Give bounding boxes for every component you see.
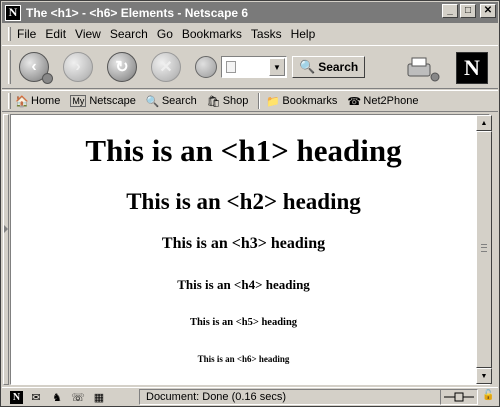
search-button-label: Search	[318, 60, 359, 74]
reload-icon: ↻	[115, 59, 129, 76]
vertical-scrollbar[interactable]: ▲ ▼	[476, 115, 492, 384]
magnifier-icon: 🔍	[299, 59, 316, 74]
maximize-button[interactable]: □	[460, 4, 476, 18]
connection-indicator	[440, 389, 478, 405]
status-text: Document: Done (0.16 secs)	[139, 389, 441, 405]
thumb-grip-icon	[481, 244, 487, 252]
toolbar-separator	[258, 93, 261, 109]
address-book-icon[interactable]: ▦	[91, 391, 107, 404]
stop-button[interactable]: ✕	[151, 52, 181, 82]
home-icon: 🏠	[15, 95, 29, 108]
go-icon[interactable]	[195, 56, 217, 78]
heading-h4: This is an <h4> heading	[177, 277, 310, 292]
menu-search[interactable]: Search	[110, 27, 148, 41]
scroll-thumb[interactable]	[476, 131, 492, 368]
online-icon	[444, 392, 474, 402]
my-netscape-icon: My	[70, 95, 87, 107]
search-icon: 🔍	[145, 95, 160, 108]
menu-view[interactable]: View	[75, 27, 101, 41]
navigation-toolbar: ‹ › ↻ ✕ ▼ 🔍 Search N	[2, 45, 498, 89]
instant-messenger-icon[interactable]: ♞	[49, 391, 65, 404]
back-dropdown-icon[interactable]	[42, 73, 53, 84]
mail-icon[interactable]: ✉	[28, 391, 44, 404]
toolbar-grip[interactable]	[8, 50, 11, 84]
url-dropdown-icon[interactable]: ▼	[269, 58, 285, 76]
sidebar-expand-icon[interactable]	[4, 225, 8, 233]
home-label: Home	[31, 95, 61, 107]
heading-h3: This is an <h3> heading	[161, 235, 326, 252]
forward-button[interactable]: ›	[63, 52, 93, 82]
my-netscape-link[interactable]: My Netscape	[70, 95, 136, 107]
url-field[interactable]: ▼	[221, 56, 287, 78]
toolbar-grip[interactable]	[8, 27, 11, 41]
reload-button[interactable]: ↻	[107, 52, 137, 82]
forward-arrow-icon: ›	[75, 58, 81, 75]
back-button[interactable]: ‹	[19, 52, 53, 84]
window-title: The <h1> - <h6> Elements - Netscape 6	[26, 5, 249, 20]
net2phone-link[interactable]: ☎ Net2Phone	[347, 95, 418, 108]
shop-link[interactable]: 🛍 Shop	[207, 95, 249, 108]
shop-icon: 🛍	[206, 95, 221, 108]
page-icon	[226, 61, 236, 73]
shop-label: Shop	[222, 95, 249, 107]
sidebar-grip[interactable]	[3, 114, 9, 385]
phone-icon: ☎	[347, 95, 362, 108]
heading-h5: This is an <h5> heading	[189, 317, 298, 328]
bookmarks-link[interactable]: 📁 Bookmarks	[266, 95, 337, 108]
print-icon[interactable]	[404, 54, 440, 82]
menu-bar: File Edit View Search Go Bookmarks Tasks…	[2, 24, 498, 44]
personal-toolbar: 🏠 Home My Netscape 🔍 Search 🛍 Shop 📁 Boo…	[2, 90, 498, 112]
heading-h1: This is an <h1> heading	[85, 133, 402, 168]
my-netscape-label: Netscape	[89, 95, 136, 107]
minimize-button[interactable]: _	[442, 4, 458, 18]
menu-bookmarks[interactable]: Bookmarks	[182, 27, 242, 41]
browser-window: N The <h1> - <h6> Elements - Netscape 6 …	[0, 0, 500, 407]
navigator-icon[interactable]: N	[10, 390, 23, 404]
menu-edit[interactable]: Edit	[45, 27, 66, 41]
stop-icon: ✕	[159, 59, 173, 76]
heading-h2: This is an <h2> heading	[126, 189, 361, 214]
menu-go[interactable]: Go	[157, 27, 173, 41]
search-link[interactable]: 🔍 Search	[146, 95, 197, 108]
scroll-down-button[interactable]: ▼	[476, 368, 492, 384]
netscape-app-icon[interactable]: N	[5, 4, 21, 21]
status-bar: N ✉ ♞ ☏ ▦ Document: Done (0.16 secs) 🔓	[2, 387, 498, 406]
scroll-up-button[interactable]: ▲	[476, 115, 492, 131]
heading-h6: This is an <h6> heading	[197, 354, 290, 364]
back-arrow-icon: ‹	[31, 58, 37, 75]
composer-icon[interactable]: ☏	[70, 391, 86, 404]
toolbar-grip[interactable]	[8, 93, 11, 109]
close-button[interactable]: ✕	[480, 4, 496, 18]
window-controls: _ □ ✕	[442, 4, 496, 18]
page-content: This is an <h1> heading This is an <h2> …	[11, 115, 476, 384]
netscape-logo[interactable]: N	[456, 52, 488, 84]
net2phone-label: Net2Phone	[363, 95, 419, 107]
search-button[interactable]: 🔍 Search	[292, 56, 366, 78]
home-link[interactable]: 🏠 Home	[15, 95, 60, 108]
menu-help[interactable]: Help	[291, 27, 316, 41]
menu-tasks[interactable]: Tasks	[251, 27, 282, 41]
folder-icon: 📁	[266, 95, 281, 108]
title-bar: N The <h1> - <h6> Elements - Netscape 6 …	[2, 2, 498, 23]
security-lock-icon[interactable]: 🔓	[482, 390, 494, 403]
bookmarks-label: Bookmarks	[282, 95, 338, 107]
search-label: Search	[161, 95, 197, 107]
menu-file[interactable]: File	[17, 27, 36, 41]
